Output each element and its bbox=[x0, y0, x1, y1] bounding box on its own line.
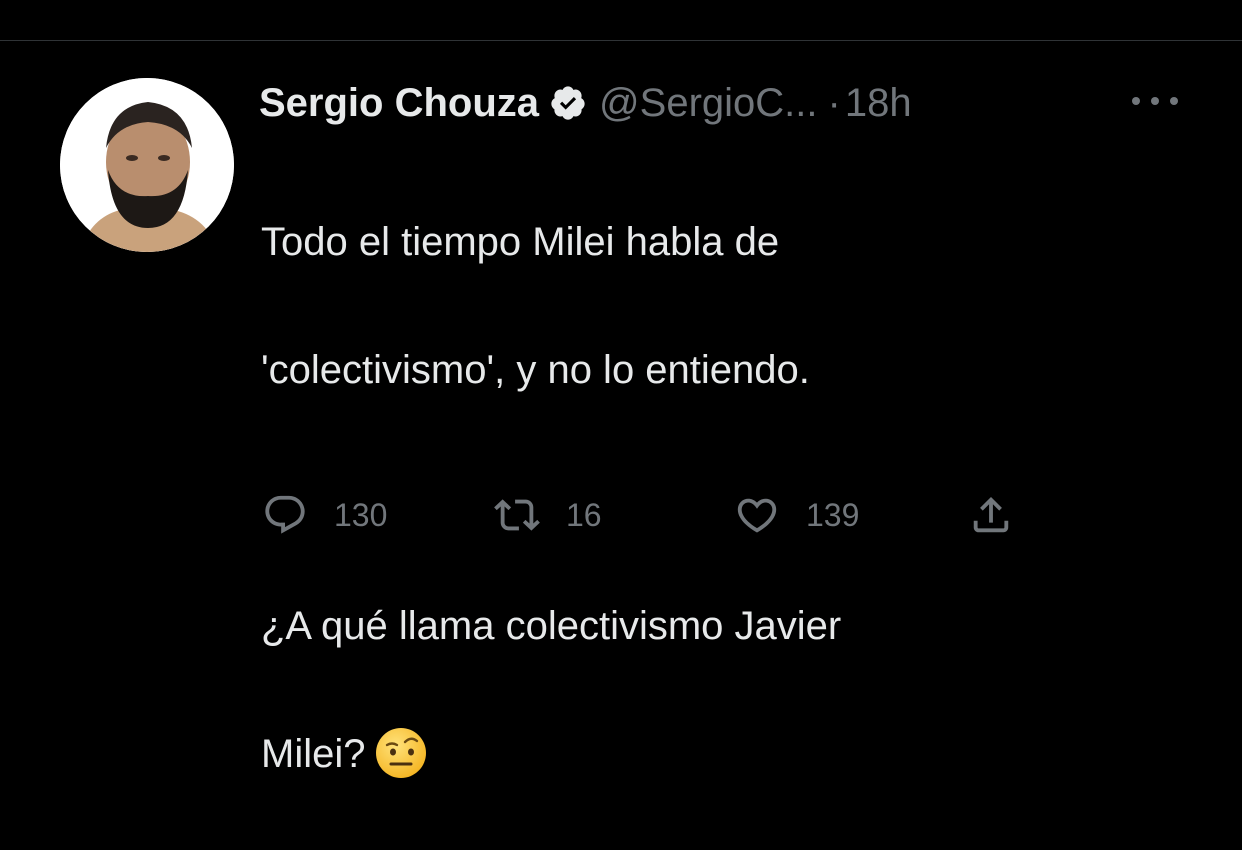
reply-icon bbox=[265, 495, 305, 534]
author-name[interactable]: Sergio Chouza bbox=[259, 81, 539, 126]
verified-badge-icon bbox=[551, 86, 585, 120]
like-count: 139 bbox=[806, 496, 860, 533]
avatar-image bbox=[60, 78, 234, 252]
tweet-line-3: ¿A qué llama colectivismo Javier bbox=[261, 604, 842, 648]
tweet-time[interactable]: 18h bbox=[845, 81, 912, 126]
tweet-line-4-wrap: Milei? bbox=[261, 722, 1161, 786]
retweet-count: 16 bbox=[566, 496, 602, 533]
raised-eyebrow-emoji-icon bbox=[376, 728, 427, 778]
tweet-line-1: Todo el tiempo Milei habla de bbox=[261, 220, 780, 264]
tweet-header: Sergio Chouza @SergioC... · 18h bbox=[259, 78, 1199, 128]
tweet-line-4: Milei? bbox=[261, 732, 366, 776]
share-button[interactable] bbox=[968, 490, 1014, 540]
author-handle[interactable]: @SergioC... bbox=[599, 81, 817, 126]
divider bbox=[0, 40, 1242, 41]
separator-dot: · bbox=[827, 80, 841, 125]
tweet-line-2: 'colectivismo', y no lo entiendo. bbox=[261, 348, 810, 392]
avatar[interactable] bbox=[60, 78, 234, 252]
like-button[interactable]: 139 bbox=[734, 490, 859, 540]
retweet-icon bbox=[494, 499, 540, 531]
more-icon[interactable] bbox=[1132, 86, 1178, 116]
share-icon bbox=[973, 496, 1009, 533]
reply-count: 130 bbox=[334, 496, 388, 533]
reply-button[interactable]: 130 bbox=[262, 490, 387, 540]
retweet-button[interactable]: 16 bbox=[494, 490, 602, 540]
action-bar: 130 16 139 bbox=[262, 490, 1162, 540]
heart-icon bbox=[737, 498, 777, 533]
